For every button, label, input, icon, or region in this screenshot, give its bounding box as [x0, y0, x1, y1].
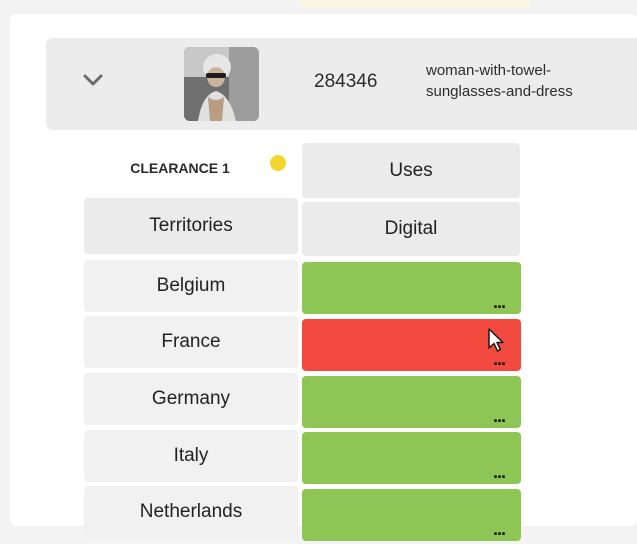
clearance-status-cell[interactable]: ... — [302, 489, 521, 541]
territory-cell: Belgium — [84, 260, 298, 312]
mouse-pointer-icon — [488, 328, 504, 352]
clearance-status-cell[interactable]: ... — [302, 376, 521, 428]
territory-cell: Germany — [84, 373, 298, 425]
territories-header[interactable]: Territories — [84, 198, 298, 254]
use-column-digital[interactable]: Digital — [302, 202, 520, 256]
territory-cell: Netherlands — [84, 486, 298, 538]
asset-thumbnail[interactable] — [184, 47, 259, 121]
asset-id: 284346 — [314, 71, 378, 92]
top-strip — [300, 0, 530, 8]
territory-cell: Italy — [84, 430, 298, 482]
status-indicator-dot — [270, 155, 286, 171]
asset-name: woman-with-towel-sunglasses-and-dress — [426, 62, 573, 100]
clearance-header: CLEARANCE 1 — [84, 143, 300, 193]
territory-cell: France — [84, 316, 298, 368]
more-options-icon[interactable]: ... — [493, 520, 506, 538]
uses-header: Uses — [302, 143, 520, 198]
more-options-icon[interactable]: ... — [493, 463, 506, 481]
clearance-status-cell[interactable]: ... — [302, 262, 521, 314]
more-options-icon[interactable]: ... — [493, 293, 506, 311]
clearance-status-cell[interactable]: ... — [302, 432, 521, 484]
asset-row[interactable]: 284346 woman-with-towel-sunglasses-and-d… — [46, 38, 637, 130]
clearance-label: CLEARANCE 1 — [130, 160, 230, 176]
more-options-icon[interactable]: ... — [493, 407, 506, 425]
chevron-down-icon[interactable] — [78, 66, 108, 96]
more-options-icon[interactable]: ... — [493, 350, 506, 368]
